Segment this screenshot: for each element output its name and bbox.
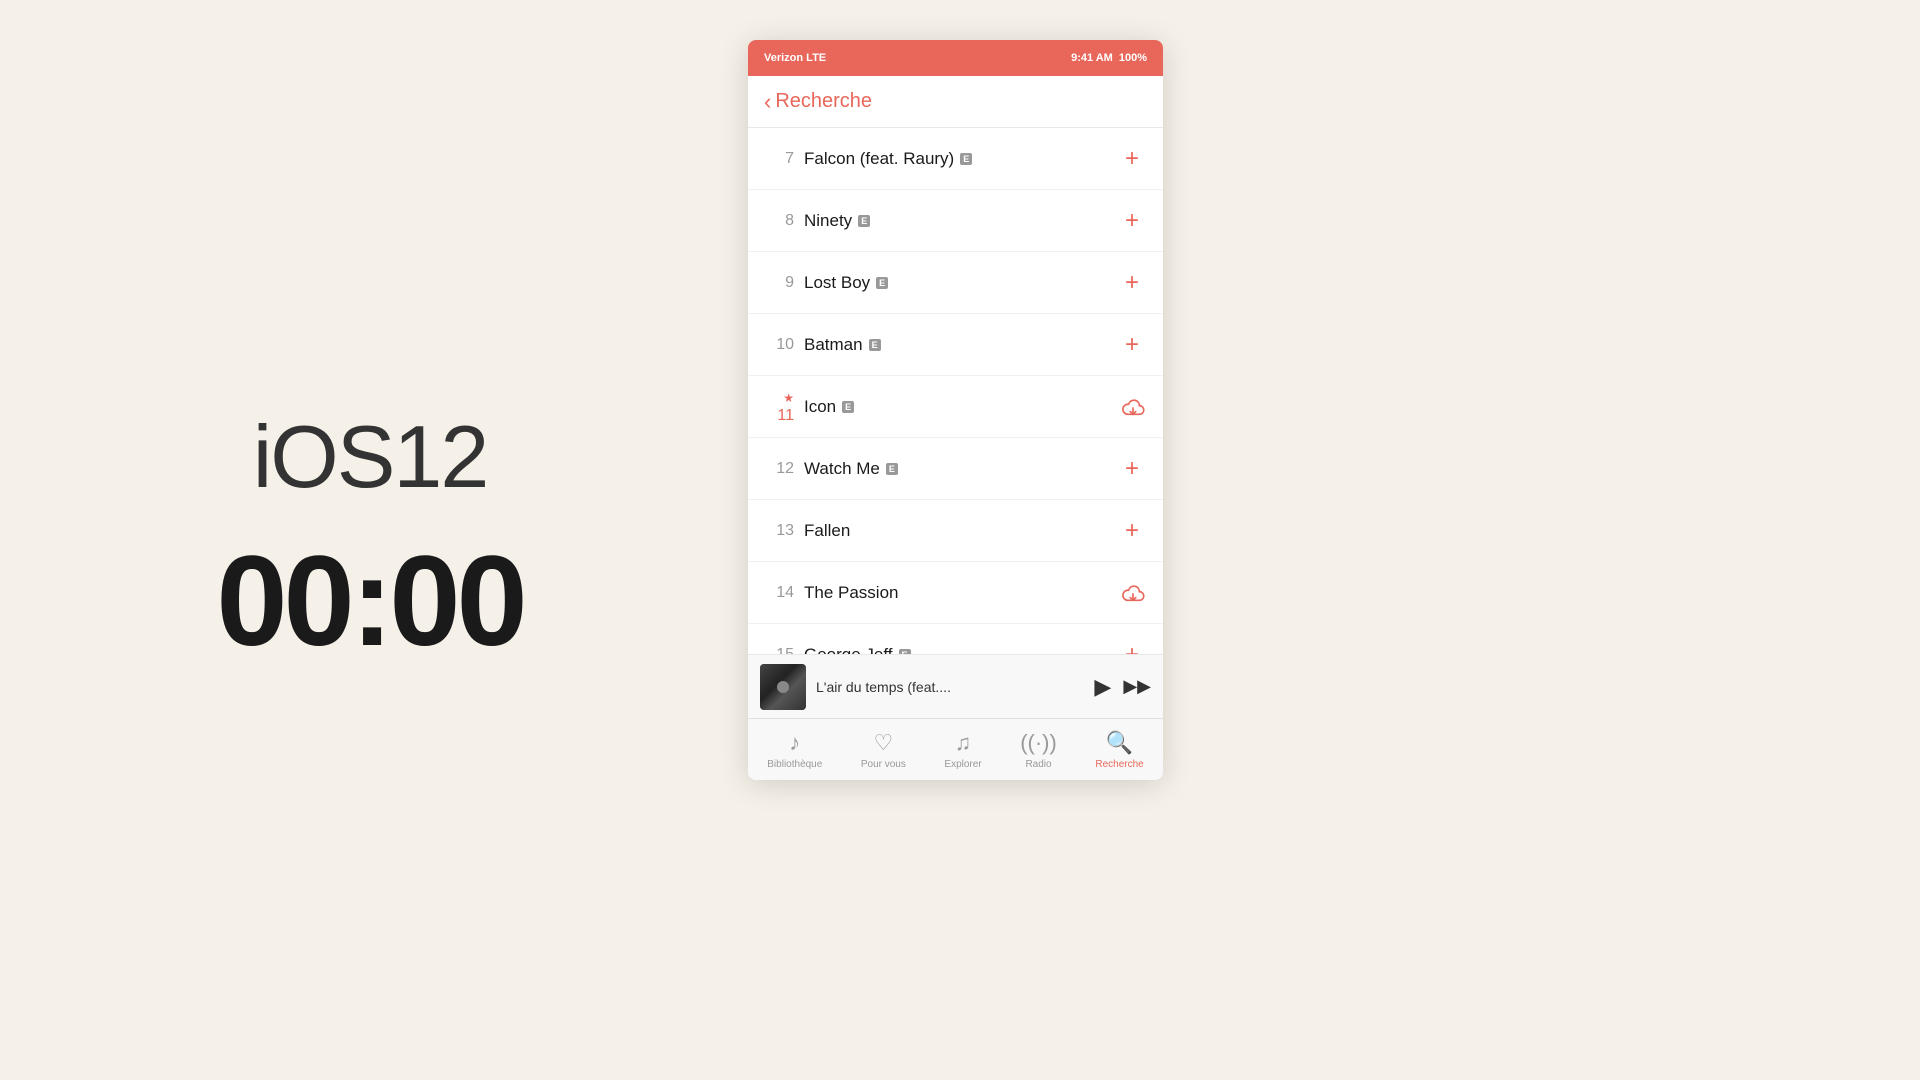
radio-label: Radio [1025,759,1051,770]
tab-pour-vous[interactable]: ♡ Pour vous [853,726,914,774]
add-song-button[interactable]: + [1117,137,1147,181]
add-song-button[interactable]: + [1117,447,1147,491]
add-song-button[interactable]: + [1117,509,1147,553]
carrier-text: Verizon LTE [764,52,826,64]
song-number: ★ 11 [764,389,794,425]
song-title: BatmanE [804,335,1117,355]
pour-vous-icon: ♡ [873,730,893,756]
song-title: Fallen [804,521,1117,541]
song-item: ★ 11 IconE [748,376,1163,438]
explicit-badge: E [899,649,911,655]
star-icon: ★ [783,391,794,405]
left-section: iOS12 00:00 [0,0,740,1080]
back-button[interactable]: ‹ Recherche [764,90,872,113]
tab-radio[interactable]: ((·)) Radio [1012,726,1065,774]
explicit-badge: E [960,153,972,165]
status-right: 9:41 AM 100% [1071,52,1147,64]
add-song-button[interactable]: + [1117,323,1147,367]
nav-bar: ‹ Recherche [748,76,1163,128]
back-chevron-icon: ‹ [764,91,771,113]
recherche-label: Recherche [1095,759,1143,770]
song-title: George JeffE [804,645,1117,655]
song-list: 7Falcon (feat. Raury)E+8NinetyE+9Lost Bo… [748,128,1163,654]
song-number: 13 [764,522,794,540]
phone-container: Verizon LTE 9:41 AM 100% ‹ Recherche 7 Fa… [748,40,1163,780]
album-art [760,664,806,710]
song-number: 12 [764,460,794,478]
explicit-badge: E [858,215,870,227]
nav-title: Recherche [775,90,872,113]
fast-forward-button[interactable]: ▶▶ [1123,676,1151,697]
song-item: 7 Falcon (feat. Raury)E+ [748,128,1163,190]
song-item: 9 Lost BoyE+ [748,252,1163,314]
status-bar: Verizon LTE 9:41 AM 100% [748,40,1163,76]
now-playing-bar[interactable]: L'air du temps (feat.... ▶ ▶▶ [748,654,1163,718]
tab-bibliotheque[interactable]: ♪ Bibliothèque [759,726,830,774]
song-item: 13 Fallen+ [748,500,1163,562]
timer-display: 00:00 [216,528,523,675]
song-title: The Passion [804,583,1119,603]
song-title: Watch MeE [804,459,1117,479]
song-title: NinetyE [804,211,1117,231]
tab-explorer[interactable]: ♫ Explorer [936,726,989,774]
play-button[interactable]: ▶ [1094,674,1111,700]
song-item: 15 George JeffE+ [748,624,1163,654]
song-number: 10 [764,336,794,354]
add-song-button[interactable]: + [1117,633,1147,655]
song-item: 14 The Passion [748,562,1163,624]
download-song-button[interactable] [1119,582,1147,604]
add-song-button[interactable]: + [1117,199,1147,243]
song-number: 14 [764,584,794,602]
song-item: 12 Watch MeE+ [748,438,1163,500]
song-number: 7 [764,150,794,168]
tab-bar: ♪ Bibliothèque ♡ Pour vous ♫ Explorer ((… [748,718,1163,780]
song-number: 8 [764,212,794,230]
battery-text: 100% [1119,52,1147,64]
time-text: 9:41 AM [1071,52,1113,64]
tab-recherche[interactable]: 🔍 Recherche [1087,726,1151,774]
song-item: 10 BatmanE+ [748,314,1163,376]
radio-icon: ((·)) [1020,730,1057,756]
ios-version-label: iOS12 [253,406,488,508]
explicit-badge: E [886,463,898,475]
album-art-image [760,664,806,710]
recherche-icon: 🔍 [1106,730,1133,756]
bibliotheque-icon: ♪ [789,730,800,756]
explicit-badge: E [869,339,881,351]
play-controls: ▶ ▶▶ [1094,674,1151,700]
song-title: Falcon (feat. Raury)E [804,149,1117,169]
explorer-label: Explorer [944,759,981,770]
download-song-button[interactable] [1119,396,1147,418]
pour-vous-label: Pour vous [861,759,906,770]
add-song-button[interactable]: + [1117,261,1147,305]
explorer-icon: ♫ [955,730,972,756]
now-playing-title: L'air du temps (feat.... [816,679,1084,695]
bibliotheque-label: Bibliothèque [767,759,822,770]
song-number: 15 [764,646,794,655]
explicit-badge: E [876,277,888,289]
song-number: 9 [764,274,794,292]
explicit-badge: E [842,401,854,413]
song-title: IconE [804,397,1119,417]
song-title: Lost BoyE [804,273,1117,293]
song-item: 8 NinetyE+ [748,190,1163,252]
